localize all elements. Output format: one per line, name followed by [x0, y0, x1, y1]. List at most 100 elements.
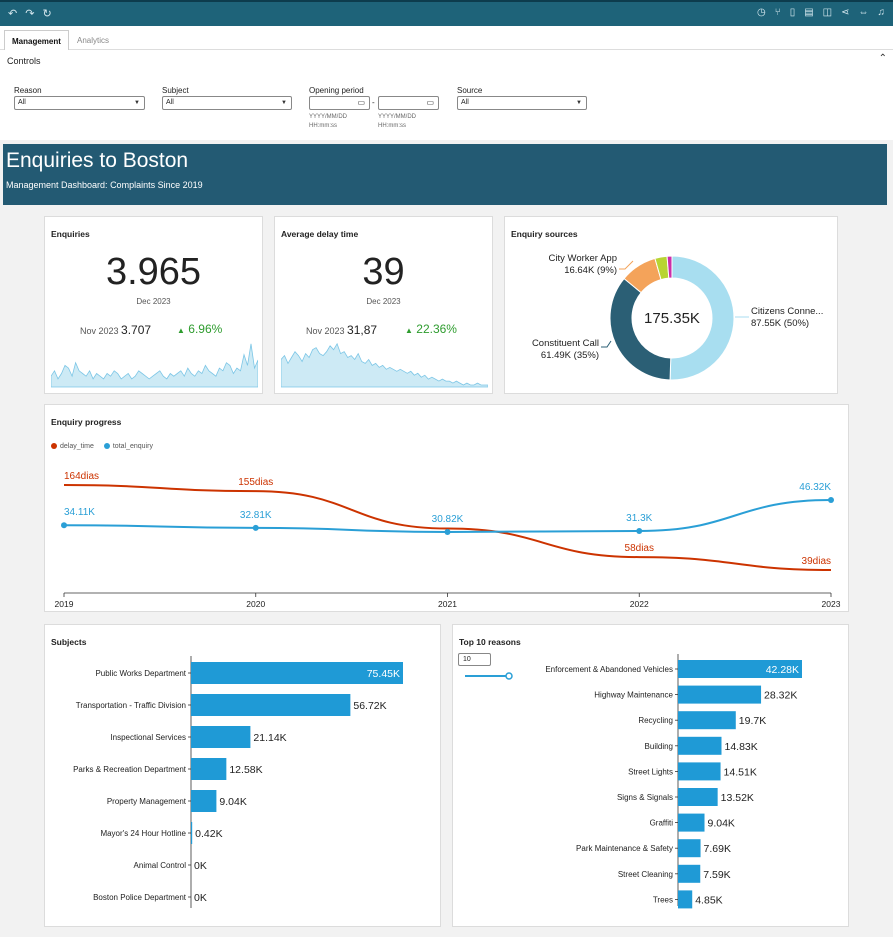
bar-value-label: 13.52K: [721, 792, 754, 804]
sparkline-area: [51, 343, 258, 388]
subjects-card[interactable]: Subjects Public Works Department 75.45K Tr…: [44, 624, 441, 927]
category-label: Highway Maintenance: [594, 691, 673, 700]
subject-select[interactable]: All ▼: [162, 96, 292, 110]
redo-icon[interactable]: ↷: [25, 7, 34, 20]
category-label: Street Lights: [628, 767, 673, 776]
category-label: Graffiti: [650, 819, 674, 828]
arrow-up-icon: ▲: [405, 326, 413, 335]
top-reasons-card[interactable]: Top 10 reasons 10 Enforcement & Abandone…: [452, 624, 849, 927]
bar: [678, 813, 705, 832]
bar: [678, 839, 701, 858]
collapse-icon[interactable]: ⌃: [879, 53, 887, 64]
bar: [678, 788, 718, 806]
kpi-title: Average delay time: [281, 229, 359, 239]
category-label: Trees: [653, 895, 673, 904]
file-icon[interactable]: ▤: [804, 7, 813, 18]
top-toolbar: ↶ ↷ ↻ ◷ ⑂ ▯ ▤ ◫ ⋖ ⇔ ♫: [0, 0, 893, 26]
category-label: Building: [645, 742, 673, 751]
category-label: Public Works Department: [95, 669, 186, 678]
slice-label: Constituent Call: [532, 338, 599, 349]
bar: [191, 726, 251, 748]
donut-slice: [609, 277, 672, 381]
kpi-delay-card[interactable]: Average delay time 39 Dec 2023 Nov 2023 …: [274, 216, 493, 394]
calendar-icon: ▭: [426, 98, 434, 107]
bar-value-label: 14.51K: [724, 766, 757, 778]
bar-value-label: 0K: [194, 892, 207, 904]
progress-line-chart: 2019 2020 2021 2022 2023 34.11K 32.81K 30.82K 31…: [55, 471, 841, 609]
leader-line: [619, 260, 634, 270]
database-icon[interactable]: ◫: [823, 7, 832, 18]
enquiry-data-label: 34.11K: [64, 507, 95, 518]
enquiry-sources-card[interactable]: Enquiry sources 175.35K City Worker App 16…: [504, 216, 838, 394]
bar-value-label: 9.04K: [708, 818, 735, 830]
source-select[interactable]: All ▼: [457, 96, 587, 110]
fullwidth-icon[interactable]: ⇔: [859, 7, 869, 18]
x-tick-label: 2023: [822, 599, 841, 609]
reason-control: Reason All ▼: [14, 86, 145, 110]
enquiry-data-label: 30.82K: [432, 514, 464, 525]
bar-value-label: 4.85K: [695, 894, 722, 906]
bar-value-label: 14.83K: [724, 741, 757, 753]
enquiry-point: [61, 522, 67, 529]
category-label: Boston Police Department: [93, 893, 187, 902]
refresh-icon[interactable]: ↻: [42, 7, 51, 20]
chevron-down-icon: ▼: [281, 100, 287, 106]
bar: [678, 864, 701, 883]
tab-analytics[interactable]: Analytics: [70, 30, 116, 50]
bar-value-label: 21.14K: [253, 732, 286, 744]
slice-value: 87.55K (50%): [751, 318, 809, 329]
share-icon[interactable]: ⋖: [841, 7, 849, 18]
kpi-delta: ▲ 6.96%: [177, 322, 223, 336]
enquiry-progress-card[interactable]: Enquiry progress delay_time total_enquir…: [44, 404, 849, 612]
reason-select[interactable]: All ▼: [14, 96, 145, 110]
bar: [678, 890, 693, 909]
source-label: Source: [457, 86, 483, 95]
bar: [191, 790, 217, 812]
kpi-value: 3.965: [105, 251, 202, 293]
bar-value-label: 0.42K: [195, 828, 222, 840]
bell-icon[interactable]: ♫: [878, 7, 886, 18]
leader-line: [601, 340, 612, 348]
dashboard-banner: Enquiries to Boston Management Dashboard…: [3, 144, 887, 205]
category-label: Animal Control: [134, 861, 187, 870]
category-label: Signs & Signals: [617, 793, 673, 802]
bar-value-label: 75.45K: [367, 668, 400, 680]
enquiry-point: [636, 528, 643, 535]
category-label: Enforcement & Abandoned Vehicles: [545, 665, 673, 674]
sparkline-area: [281, 342, 488, 388]
category-label: Park Maintenance & Safety: [576, 844, 673, 853]
reason-label: Reason: [14, 86, 42, 95]
enquiry-point: [444, 529, 451, 535]
end-date-hint: YYYY/MM/DD HH:mm:ss: [378, 114, 417, 129]
slice-label: Citizens Conne...: [751, 306, 823, 317]
kpi-enquiries-card[interactable]: Enquiries 3.965 Dec 2023 Nov 2023 3.707 …: [44, 216, 263, 394]
calendar-icon: ▭: [357, 98, 365, 107]
delay-data-label: 155dias: [238, 477, 273, 488]
enquiries-sparkline: [51, 343, 258, 388]
slice-label: City Worker App: [549, 253, 617, 264]
enquiry-point: [252, 524, 259, 531]
bar-value-label: 7.59K: [703, 869, 730, 881]
opening-period-control: Opening period ▭ - ▭ YYYY/MM/DD HH:mm:ss …: [309, 86, 449, 136]
undo-icon[interactable]: ↶: [8, 7, 17, 20]
arrow-up-icon: ▲: [177, 326, 185, 335]
start-date-input[interactable]: ▭: [309, 96, 370, 110]
clock-icon[interactable]: ◷: [757, 7, 766, 18]
enquiry-data-label: 46.32K: [799, 482, 831, 493]
end-date-input[interactable]: ▭: [378, 96, 439, 110]
page-subtitle: Management Dashboard: Complaints Since 2…: [6, 180, 203, 190]
bookmark-icon[interactable]: ▯: [790, 7, 796, 18]
bar: [678, 736, 722, 755]
bar: [191, 822, 193, 844]
delay-data-label: 39dias: [802, 556, 831, 567]
kpi-period: Dec 2023: [366, 297, 401, 306]
category-label: Street Cleaning: [618, 870, 673, 879]
kpi-prev: Nov 2023 31,87: [306, 323, 378, 337]
branch-icon[interactable]: ⑂: [775, 7, 781, 18]
date-separator: -: [372, 98, 375, 107]
tab-management[interactable]: Management: [4, 30, 69, 50]
kpi-delta: ▲ 22.36%: [405, 322, 457, 336]
bar-value-label: 12.58K: [229, 764, 262, 776]
slice-value: 16.64K (9%): [564, 265, 617, 276]
x-tick-label: 2021: [438, 599, 457, 609]
